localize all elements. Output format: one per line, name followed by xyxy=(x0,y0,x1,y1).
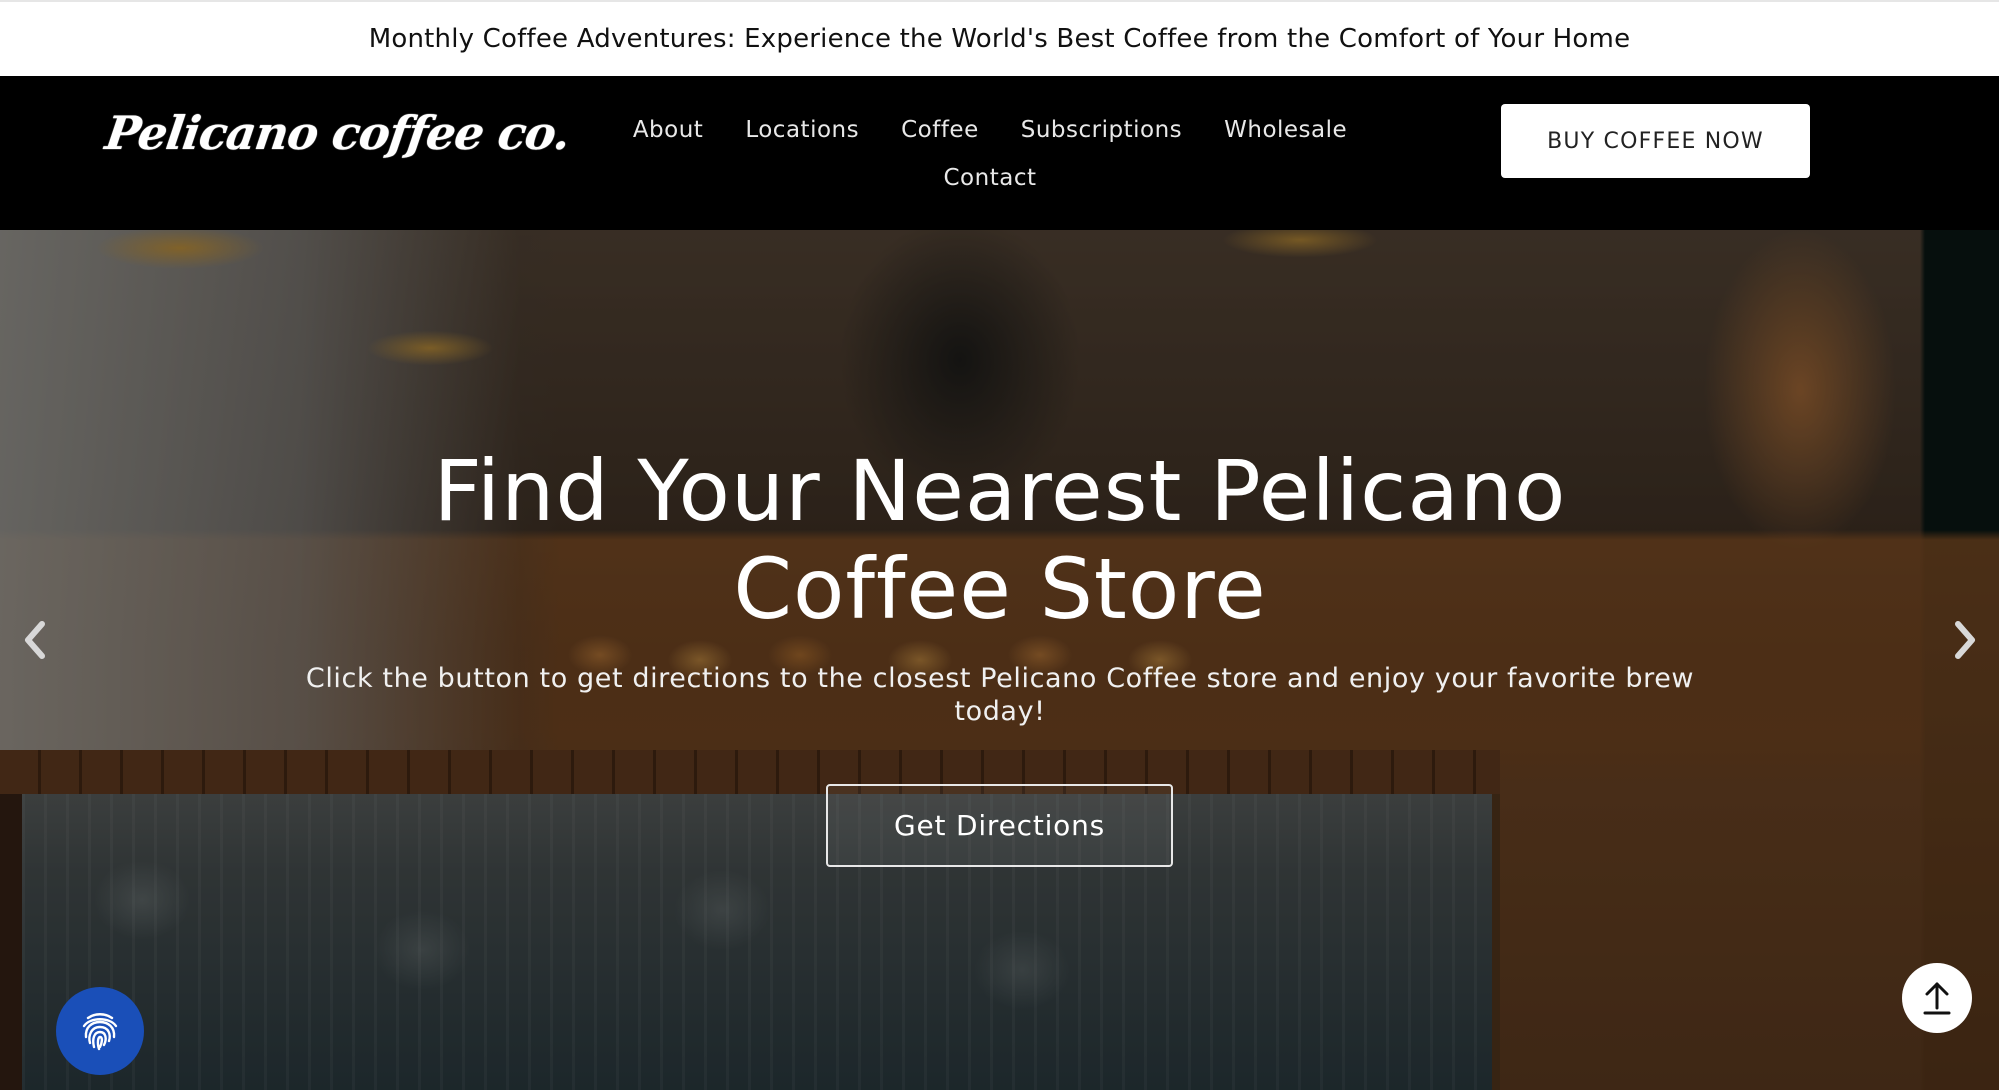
scroll-to-top-button[interactable] xyxy=(1902,963,1972,1033)
accessibility-button[interactable] xyxy=(56,987,144,1075)
nav-item-locations[interactable]: Locations xyxy=(724,116,880,144)
hero-title: Find Your Nearest Pelicano Coffee Store xyxy=(433,442,1567,638)
nav-item-contact[interactable]: Contact xyxy=(923,164,1058,192)
announcement-text: Monthly Coffee Adventures: Experience th… xyxy=(368,24,1631,54)
hero-subtitle: Click the button to get directions to th… xyxy=(305,663,1695,727)
get-directions-button[interactable]: Get Directions xyxy=(826,784,1173,867)
nav-item-subscriptions[interactable]: Subscriptions xyxy=(1000,116,1203,144)
slider-prev-button[interactable] xyxy=(15,610,55,670)
hero-slider: Find Your Nearest Pelicano Coffee Store … xyxy=(0,230,1999,1090)
announcement-bar: Monthly Coffee Adventures: Experience th… xyxy=(0,0,1999,76)
chevron-right-icon xyxy=(1955,621,1975,659)
arrow-up-to-line-icon xyxy=(1923,982,1951,1015)
slider-next-button[interactable] xyxy=(1945,610,1985,670)
hero-dark-overlay xyxy=(0,230,1999,1090)
chevron-left-icon xyxy=(25,621,45,659)
buy-coffee-now-button[interactable]: BUY COFFEE NOW xyxy=(1501,104,1810,178)
fingerprint-icon xyxy=(82,1013,118,1051)
nav-item-about[interactable]: About xyxy=(612,116,725,144)
site-logo[interactable]: Pelicano coffee co. xyxy=(102,106,573,160)
site-header: Pelicano coffee co. About Locations Coff… xyxy=(0,76,1999,259)
nav-item-coffee[interactable]: Coffee xyxy=(880,116,1000,144)
nav-item-wholesale[interactable]: Wholesale xyxy=(1203,116,1368,144)
